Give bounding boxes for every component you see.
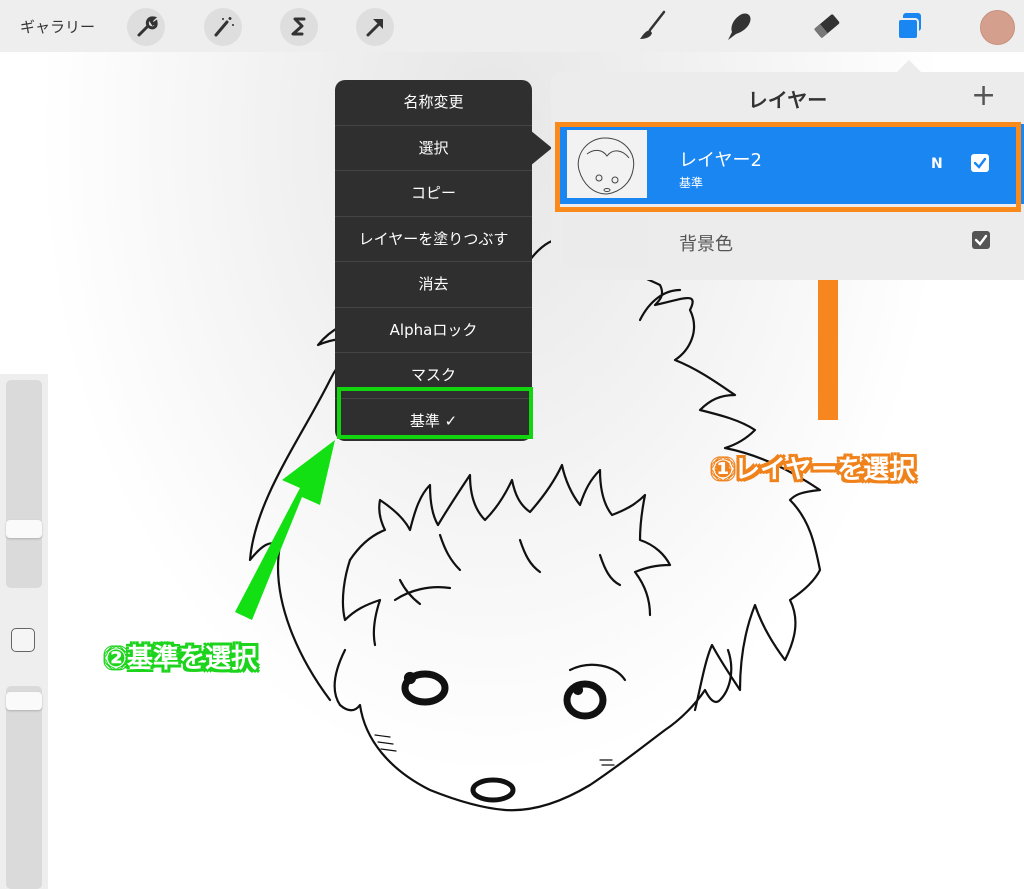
top-toolbar: ギャラリー xyxy=(0,0,1024,52)
reference-highlight-box xyxy=(337,387,533,439)
eraser-icon[interactable] xyxy=(807,6,847,46)
menu-rename[interactable]: 名称変更 xyxy=(335,80,532,126)
gallery-button[interactable]: ギャラリー xyxy=(20,16,95,37)
menu-pointer xyxy=(530,130,552,166)
modify-button[interactable] xyxy=(11,628,35,652)
brush-size-slider[interactable] xyxy=(6,380,42,588)
background-visibility-checkbox[interactable] xyxy=(972,231,990,249)
layer-highlight-box xyxy=(555,122,1021,212)
transform-arrow-icon[interactable] xyxy=(356,8,394,46)
panel-title: レイヤー xyxy=(747,88,828,112)
brush-icon[interactable] xyxy=(633,6,673,46)
opacity-slider[interactable] xyxy=(6,686,42,889)
menu-fill-layer[interactable]: レイヤーを塗りつぶす xyxy=(335,217,532,262)
color-picker-swatch[interactable] xyxy=(980,10,1015,45)
brush-size-knob[interactable] xyxy=(6,520,42,538)
background-thumbnail xyxy=(562,216,648,266)
menu-select[interactable]: 選択 xyxy=(335,126,532,171)
wrench-icon[interactable] xyxy=(127,8,165,46)
panel-caret xyxy=(897,60,921,72)
magic-wand-icon[interactable] xyxy=(204,8,242,46)
menu-copy[interactable]: コピー xyxy=(335,171,532,217)
step1-annotation: ①レイヤーを選択 xyxy=(712,455,916,485)
layer-row-background[interactable]: 背景色 xyxy=(559,214,1024,268)
selection-icon[interactable] xyxy=(280,8,318,46)
background-layer-name: 背景色 xyxy=(679,234,733,255)
smudge-icon[interactable] xyxy=(718,6,758,46)
opacity-knob[interactable] xyxy=(6,692,42,710)
add-layer-button[interactable]: + xyxy=(971,78,996,113)
menu-clear[interactable]: 消去 xyxy=(335,262,532,308)
menu-alpha-lock[interactable]: Alphaロック xyxy=(335,308,532,353)
step2-annotation: ②基準を選択 xyxy=(105,644,258,674)
layers-icon[interactable] xyxy=(890,6,930,46)
